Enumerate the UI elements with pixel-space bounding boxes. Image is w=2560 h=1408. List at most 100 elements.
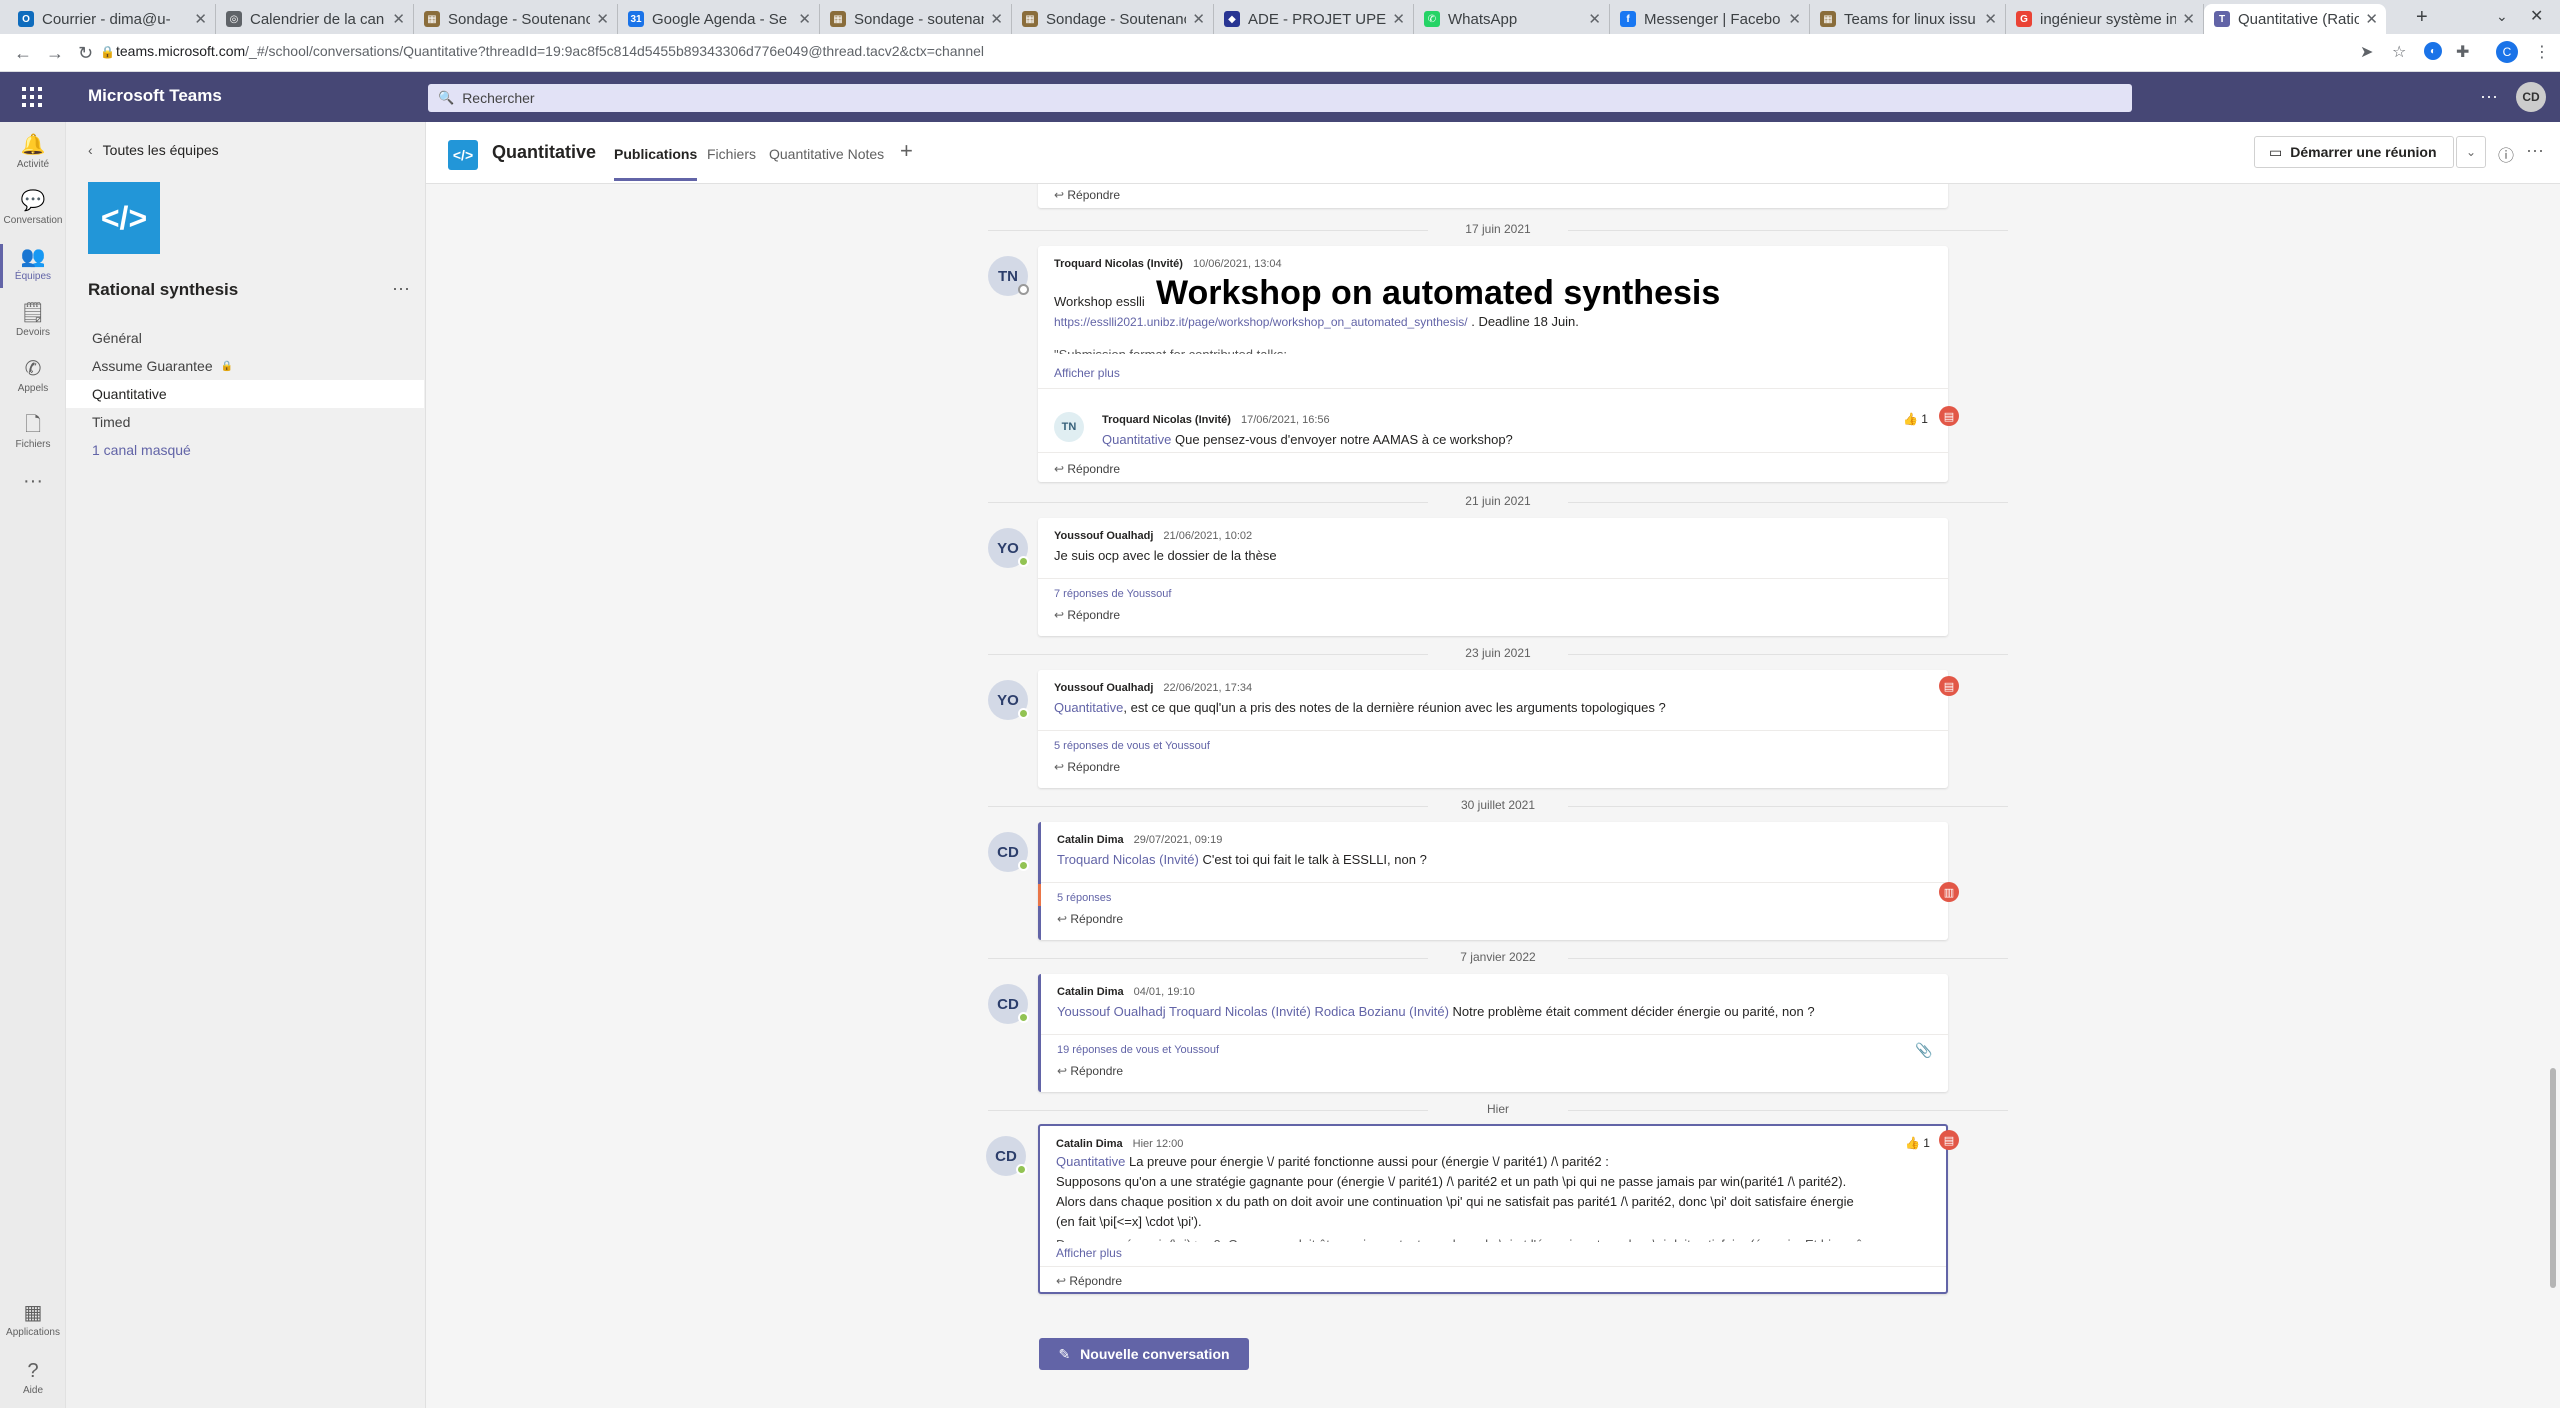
browser-tab[interactable]: O Courrier - dima@u- ✕ (8, 4, 216, 34)
rail-item-teams[interactable]: 👥 Équipes (0, 240, 66, 294)
new-tab-button[interactable]: + (2416, 6, 2428, 29)
tab-close-icon[interactable]: ✕ (392, 10, 405, 28)
tab-search-chevron-icon[interactable]: ⌄ (2496, 8, 2508, 25)
rail-item-help[interactable]: ? Aide (0, 1354, 66, 1408)
timestamp: 10/06/2021, 13:04 (1192, 258, 1282, 270)
replies-link[interactable]: 5 réponses de vous et Youssouf (1054, 740, 1210, 752)
mention[interactable]: Quantitative (1056, 1154, 1125, 1169)
browser-tab[interactable]: ◆ ADE - PROJET UPEC ✕ (1214, 4, 1414, 34)
browser-menu-icon[interactable]: ⋮ (2534, 42, 2550, 62)
tab-close-icon[interactable]: ✕ (798, 10, 811, 28)
channel-general[interactable]: Général (66, 324, 424, 352)
reply-button[interactable]: Répondre (1057, 1064, 1123, 1078)
browser-tab[interactable]: ▦ Sondage - soutenanc ✕ (820, 4, 1012, 34)
lock-icon[interactable]: 🔒 (100, 45, 115, 59)
mention[interactable]: Quantitative (1054, 700, 1123, 715)
channel-quantitative[interactable]: Quantitative (66, 380, 424, 408)
tab-close-icon[interactable]: ✕ (1192, 10, 1205, 28)
search-input[interactable]: 🔍 Rechercher (428, 84, 2132, 112)
rail-item-apps[interactable]: ▦ Applications (0, 1296, 66, 1350)
rail-item-chat[interactable]: 💬 Conversation (0, 184, 66, 238)
reply-button[interactable]: Répondre (1054, 462, 1120, 476)
meeting-dropdown-button[interactable]: ⌄ (2456, 136, 2486, 168)
browser-tab[interactable]: Gingénieur système in ✕ (2006, 4, 2204, 34)
hidden-channels-link[interactable]: 1 canal masqué (66, 436, 424, 464)
flag-icon[interactable]: ▤ (1939, 406, 1959, 426)
channel-label: Assume Guarantee (92, 358, 213, 374)
flag-icon[interactable]: ▤ (1939, 676, 1959, 696)
tab-close-icon[interactable]: ✕ (990, 10, 1003, 28)
rail-item-calls[interactable]: ✆ Appels (0, 352, 66, 406)
replies-link[interactable]: 19 réponses de vous et Youssouf (1057, 1044, 1219, 1056)
start-meeting-button[interactable]: ▭ Démarrer une réunion (2254, 136, 2454, 168)
reaction[interactable]: 👍 1 (1905, 1136, 1930, 1150)
bookmark-star-icon[interactable]: ☆ (2392, 42, 2406, 62)
rail-item-more[interactable]: ··· (0, 464, 66, 518)
back-arrow-icon[interactable]: ← (14, 43, 32, 64)
send-icon[interactable]: ➤ (2360, 42, 2373, 62)
tab-close-icon[interactable]: ✕ (1392, 10, 1405, 28)
reaction[interactable]: 👍 1 (1903, 412, 1928, 426)
tab-close-icon[interactable]: ✕ (194, 10, 207, 28)
channel-more-icon[interactable]: ··· (2526, 140, 2544, 161)
rail-item-activity[interactable]: 🔔 Activité (0, 128, 66, 182)
message-text: Quantitative, est ce que quql'un a pris … (1054, 698, 1666, 718)
mention[interactable]: Troquard Nicolas (Invité) (1057, 852, 1199, 867)
more-options-icon[interactable]: ··· (2480, 86, 2498, 107)
reply-button[interactable]: Répondre (1057, 912, 1123, 926)
tab-close-icon[interactable]: ✕ (596, 10, 609, 28)
reply-button[interactable]: Répondre (1054, 188, 1120, 202)
app-launcher-icon[interactable] (22, 87, 42, 107)
new-conversation-button[interactable]: ✎ Nouvelle conversation (1039, 1338, 1249, 1370)
forward-arrow-icon[interactable]: → (46, 43, 64, 64)
flag-icon[interactable]: ▤ (1939, 1130, 1959, 1150)
notes-icon[interactable]: ▥ (1939, 882, 1959, 902)
replies-link[interactable]: 7 réponses de Youssouf (1054, 588, 1171, 600)
browser-tab[interactable]: 31 Google Agenda - Se ✕ (618, 4, 820, 34)
avatar: YO (988, 680, 1029, 720)
chevron-down-icon: ⌄ (2465, 145, 2477, 159)
all-teams-link[interactable]: ‹ Toutes les équipes (88, 142, 219, 158)
url-field[interactable]: teams.microsoft.com/_#/school/conversati… (116, 43, 984, 59)
tab-close-icon[interactable]: ✕ (2365, 10, 2378, 28)
rail-item-files[interactable]: 🗋 Fichiers (0, 408, 66, 462)
tab-close-icon[interactable]: ✕ (2182, 10, 2195, 28)
tab-fichiers[interactable]: Fichiers (707, 146, 756, 162)
browser-tab[interactable]: ◎ Calendrier de la can ✕ (216, 4, 414, 34)
add-tab-button[interactable]: + (900, 138, 913, 164)
window-close-icon[interactable]: ✕ (2530, 6, 2543, 26)
tab-close-icon[interactable]: ✕ (1984, 10, 1997, 28)
teams-header: Microsoft Teams 🔍 Rechercher ··· CD (0, 72, 2560, 122)
mention[interactable]: Quantitative (1102, 432, 1171, 447)
extensions-puzzle-icon[interactable]: ✚ (2456, 42, 2469, 62)
scrollbar[interactable] (2550, 1068, 2556, 1288)
user-avatar[interactable]: CD (2516, 82, 2546, 112)
reply-button[interactable]: Répondre (1056, 1274, 1122, 1288)
rail-item-assignments[interactable]: 🗒 Devoirs (0, 296, 66, 350)
info-icon[interactable]: ⓘ (2498, 142, 2514, 166)
profile-avatar[interactable]: C (2496, 41, 2518, 63)
browser-tab[interactable]: ▦ Teams for linux issu ✕ (1810, 4, 2006, 34)
browser-tab[interactable]: f Messenger | Facebo ✕ (1610, 4, 1810, 34)
browser-tab[interactable]: ▦ Sondage - Soutenanc ✕ (1012, 4, 1214, 34)
replies-link[interactable]: 5 réponses (1057, 892, 1111, 904)
mention[interactable]: Youssouf Oualhadj Troquard Nicolas (Invi… (1057, 1004, 1449, 1019)
tab-publications[interactable]: Publications (614, 146, 698, 181)
tab-close-icon[interactable]: ✕ (1588, 10, 1601, 28)
reply-button[interactable]: Répondre (1054, 760, 1120, 774)
reply-button[interactable]: Répondre (1054, 608, 1120, 622)
tab-close-icon[interactable]: ✕ (1788, 10, 1801, 28)
show-more-link[interactable]: Afficher plus (1056, 1246, 1122, 1260)
show-more-link[interactable]: Afficher plus (1054, 366, 1120, 380)
browser-tab[interactable]: ✆ WhatsApp ✕ (1414, 4, 1610, 34)
tab-quantitative-notes[interactable]: Quantitative Notes (769, 146, 884, 162)
channel-timed[interactable]: Timed (66, 408, 424, 436)
workshop-link[interactable]: https://esslli2021.unibz.it/page/worksho… (1054, 315, 1468, 329)
reload-icon[interactable]: ↻ (78, 43, 93, 64)
extension-icon[interactable]: ◐ (2424, 42, 2442, 60)
channel-assume-guarantee[interactable]: Assume Guarantee 🔒 (66, 352, 424, 380)
team-options-icon[interactable]: ··· (392, 278, 410, 299)
browser-tab[interactable]: ▦ Sondage - Soutenanc ✕ (414, 4, 618, 34)
divider (1041, 882, 1948, 883)
browser-tab[interactable]: T Quantitative (Ration ✕ (2204, 4, 2386, 34)
